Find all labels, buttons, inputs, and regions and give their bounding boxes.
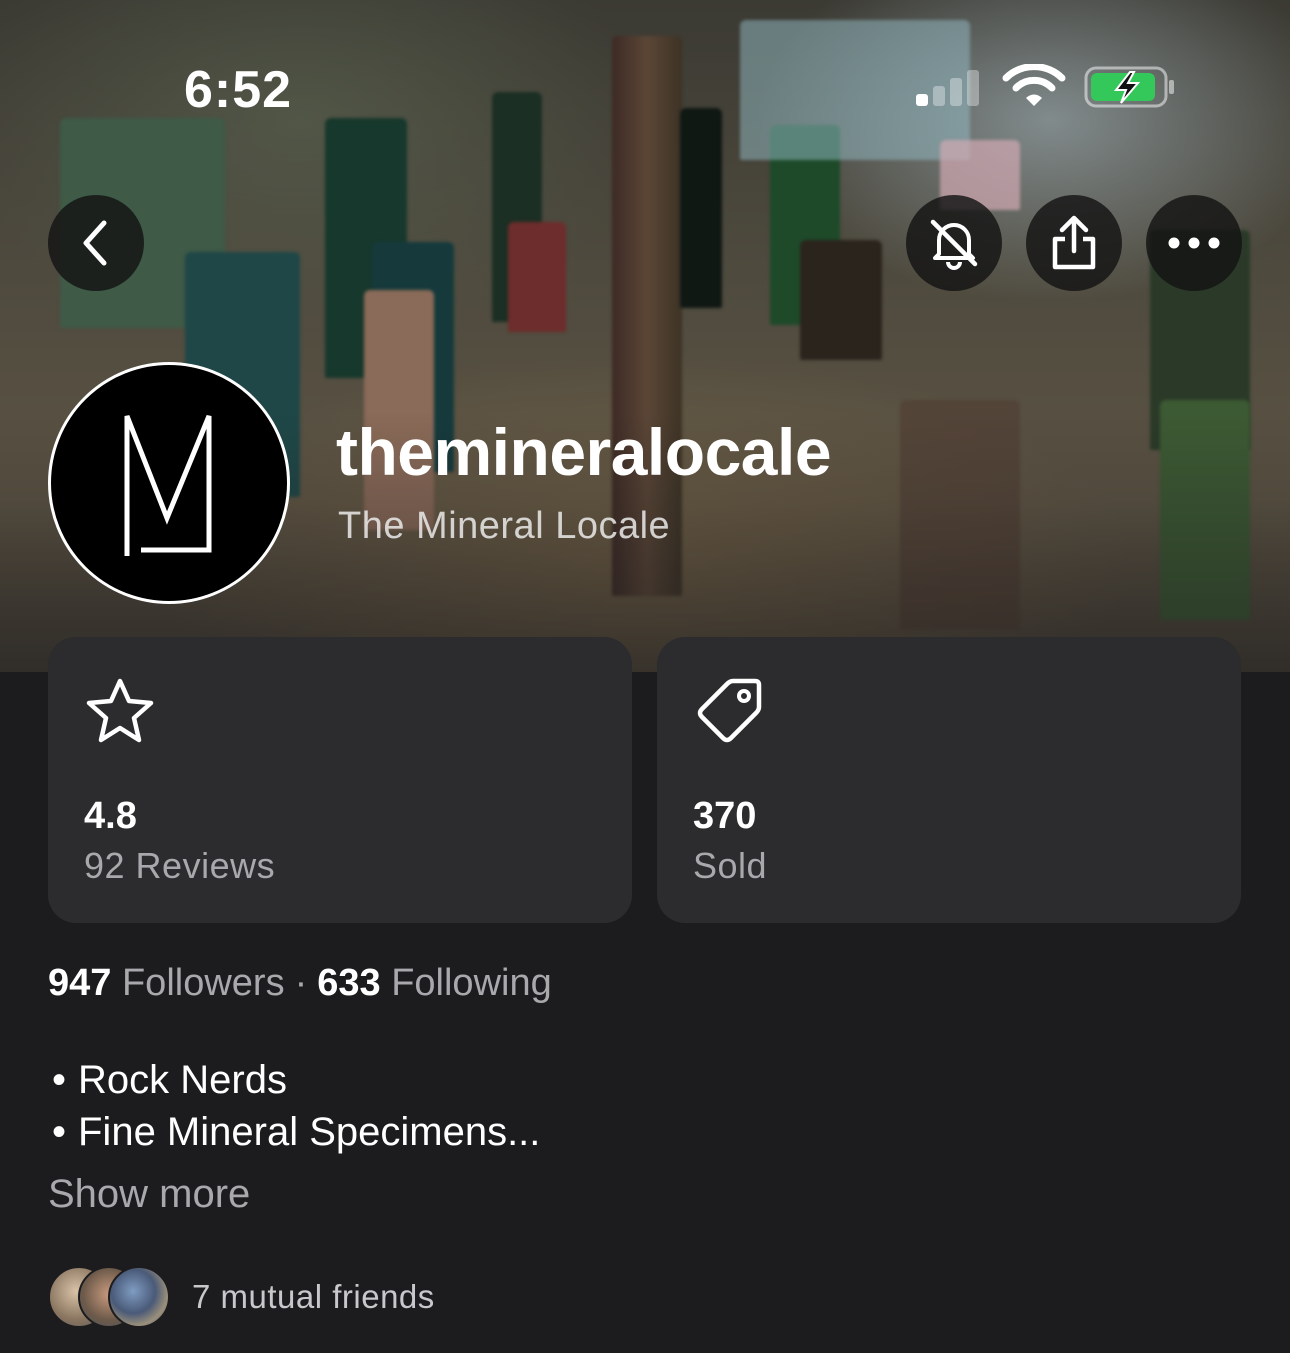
followers-label: Followers bbox=[121, 962, 285, 1004]
following-label: Following bbox=[391, 962, 552, 1004]
battery-charging-icon bbox=[1084, 66, 1174, 108]
mineral-locale-logo-icon bbox=[124, 415, 212, 556]
star-icon bbox=[86, 678, 154, 743]
following-count: 633 bbox=[317, 962, 381, 1004]
profile-username: themineralocale bbox=[336, 415, 832, 489]
sold-label: Sold bbox=[693, 845, 768, 886]
reviews-card[interactable]: 4.8 92 Reviews bbox=[48, 637, 632, 923]
share-button[interactable] bbox=[1026, 195, 1122, 291]
bio-line: • Fine Mineral Specimens... bbox=[52, 1110, 540, 1155]
bio-bullet: • bbox=[52, 1058, 67, 1102]
tag-icon bbox=[697, 678, 762, 743]
separator-dot: · bbox=[294, 962, 308, 1004]
bio-bullet: • bbox=[52, 1110, 67, 1154]
bell-slash-icon bbox=[930, 219, 978, 270]
follow-stats: 947 Followers · 633 Following bbox=[48, 962, 552, 1005]
wifi-icon bbox=[1002, 64, 1066, 106]
status-time: 6:52 bbox=[184, 61, 293, 119]
cellular-signal-icon bbox=[916, 70, 982, 106]
following-link[interactable]: 633 Following bbox=[317, 962, 552, 1004]
sold-value: 370 bbox=[693, 795, 757, 837]
more-options-button[interactable] bbox=[1146, 195, 1242, 291]
followers-link[interactable]: 947 Followers bbox=[48, 962, 285, 1004]
chevron-left-icon bbox=[83, 220, 107, 266]
sold-card[interactable]: 370 Sold bbox=[657, 637, 1241, 923]
bio-text: Rock Nerds bbox=[78, 1058, 287, 1102]
mute-notifications-button[interactable] bbox=[906, 195, 1002, 291]
show-more-button[interactable]: Show more bbox=[48, 1172, 250, 1217]
profile-avatar[interactable] bbox=[48, 362, 290, 604]
reviews-count-label: 92 Reviews bbox=[84, 845, 276, 886]
mutual-friend-avatar bbox=[108, 1266, 170, 1328]
ellipsis-icon bbox=[1168, 237, 1220, 249]
rating-value: 4.8 bbox=[84, 795, 137, 837]
mutual-friends-avatars[interactable] bbox=[48, 1266, 172, 1328]
bio-text: Fine Mineral Specimens... bbox=[78, 1110, 541, 1154]
share-icon bbox=[1052, 215, 1096, 270]
profile-display-name: The Mineral Locale bbox=[338, 505, 671, 547]
bio-line: • Rock Nerds bbox=[52, 1058, 287, 1103]
followers-count: 947 bbox=[48, 962, 112, 1004]
mutual-friends-label[interactable]: 7 mutual friends bbox=[192, 1278, 435, 1316]
back-button[interactable] bbox=[48, 195, 144, 291]
